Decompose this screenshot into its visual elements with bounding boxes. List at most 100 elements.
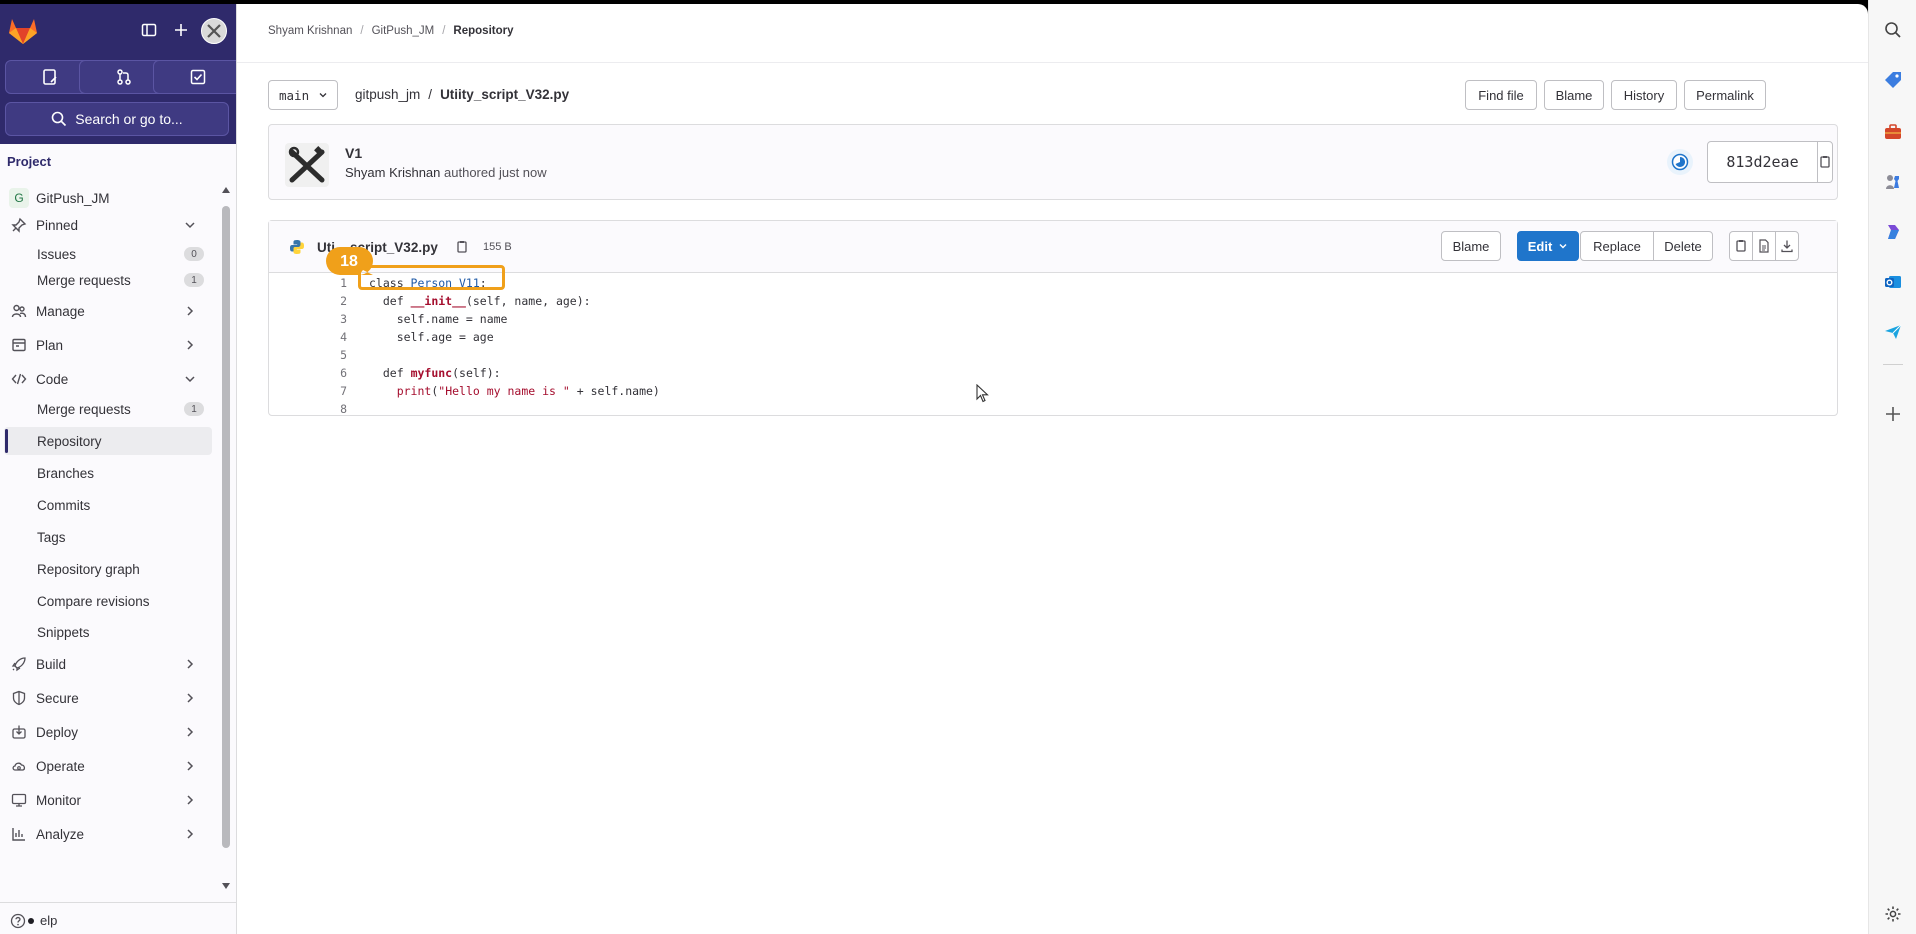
permalink-button[interactable]: Permalink xyxy=(1684,80,1766,110)
mouse-cursor-icon xyxy=(976,384,989,403)
line-number[interactable]: 1 xyxy=(269,276,353,290)
sidebar-item-repository[interactable]: Repository xyxy=(4,427,212,455)
outlook-icon[interactable] xyxy=(1881,270,1905,294)
download-button[interactable] xyxy=(1775,231,1799,261)
delete-button[interactable]: Delete xyxy=(1653,231,1713,261)
sidebar-item-pinned-merge-requests[interactable]: Merge requests 1 xyxy=(4,266,212,294)
sidebar-item-analyze[interactable]: Analyze xyxy=(4,820,212,848)
sidebar-item-label: Repository graph xyxy=(37,561,140,577)
sidebar-item-deploy[interactable]: Deploy xyxy=(4,718,212,746)
sidebar-item-commits[interactable]: Commits xyxy=(4,491,212,519)
sidebar-item-issues[interactable]: Issues 0 xyxy=(4,240,212,268)
line-content: print("Hello my name is " + self.name) xyxy=(396,384,660,398)
scroll-down-icon[interactable] xyxy=(220,880,232,892)
sidebar-scroll-thumb[interactable] xyxy=(222,206,230,848)
search-button[interactable]: Search or go to... xyxy=(5,102,229,136)
path-repo-link[interactable]: gitpush_jm xyxy=(355,87,420,102)
sidebar-item-operate[interactable]: Operate xyxy=(4,752,212,780)
send-icon[interactable] xyxy=(1881,320,1905,344)
shield-icon xyxy=(9,688,29,708)
sidebar-item-code-merge-requests[interactable]: Merge requests 1 xyxy=(4,395,212,423)
line-number[interactable]: 4 xyxy=(269,330,353,344)
settings-gear-icon[interactable] xyxy=(1881,902,1905,926)
chess-icon[interactable] xyxy=(1881,170,1905,194)
sidebar-item-code[interactable]: Code xyxy=(4,365,212,393)
commit-author-avatar[interactable] xyxy=(285,143,329,187)
search-icon[interactable] xyxy=(1881,18,1905,42)
help-button[interactable]: elp xyxy=(0,902,236,934)
monitor-icon xyxy=(9,790,29,810)
last-commit-panel: V1 Shyam Krishnan authored just now 813d… xyxy=(268,124,1838,200)
branch-dropdown[interactable]: main xyxy=(268,80,338,110)
tag-icon[interactable] xyxy=(1881,68,1905,92)
create-new-icon[interactable] xyxy=(169,18,193,42)
todo-list-button[interactable] xyxy=(153,60,236,94)
open-raw-button[interactable] xyxy=(1752,231,1776,261)
scroll-up-icon[interactable] xyxy=(220,184,232,196)
sidebar-item-label: Compare revisions xyxy=(37,593,150,609)
breadcrumb-project[interactable]: GitPush_JM xyxy=(372,25,435,37)
code-line: 8 xyxy=(269,400,1837,418)
sidebar-item-label: Monitor xyxy=(36,792,82,808)
line-number[interactable]: 7 xyxy=(269,384,353,398)
sidebar-item-secure[interactable]: Secure xyxy=(4,684,212,712)
copy-file-path-icon[interactable] xyxy=(455,240,469,254)
toggle-sidebar-icon[interactable] xyxy=(137,18,161,42)
merge-requests-count-badge: 1 xyxy=(184,402,204,416)
code-view[interactable]: 1 class Person_V11: 2 def __init__(self, … xyxy=(269,273,1837,418)
line-number[interactable]: 3 xyxy=(269,312,353,326)
copilot-icon[interactable] xyxy=(1881,220,1905,244)
breadcrumb-separator: / xyxy=(442,25,446,37)
sidebar-item-snippets[interactable]: Snippets xyxy=(4,618,212,646)
file-raw-icon xyxy=(1759,239,1769,253)
line-number[interactable]: 6 xyxy=(269,366,353,380)
breadcrumb-current[interactable]: Repository xyxy=(453,25,513,37)
file-blame-button[interactable]: Blame xyxy=(1441,231,1501,261)
search-icon xyxy=(51,111,67,127)
sidebar-item-monitor[interactable]: Monitor xyxy=(4,786,212,814)
breadcrumb-user[interactable]: Shyam Krishnan xyxy=(268,25,352,37)
line-content: self.name = name xyxy=(369,312,508,326)
line-number[interactable]: 8 xyxy=(269,402,353,416)
blame-button[interactable]: Blame xyxy=(1544,80,1604,110)
find-file-button[interactable]: Find file xyxy=(1465,80,1537,110)
history-button[interactable]: History xyxy=(1611,80,1677,110)
copy-contents-button[interactable] xyxy=(1729,231,1753,261)
sidebar-section-title: Project xyxy=(7,154,52,169)
commit-sha-group: 813d2eae xyxy=(1707,141,1833,183)
main-content: Shyam Krishnan / GitPush_JM / Repository… xyxy=(237,4,1868,934)
pipeline-status-icon[interactable] xyxy=(1667,149,1693,175)
briefcase-icon[interactable] xyxy=(1881,120,1905,144)
sidebar-item-label: Operate xyxy=(36,758,85,774)
user-avatar[interactable] xyxy=(201,18,227,44)
sidebar-item-compare-revisions[interactable]: Compare revisions xyxy=(4,587,212,615)
pin-icon xyxy=(9,215,29,235)
sidebar-item-tags[interactable]: Tags xyxy=(4,523,212,551)
sidebar-item-label: Commits xyxy=(37,497,91,513)
divider xyxy=(237,62,1868,63)
commit-author[interactable]: Shyam Krishnan xyxy=(345,165,440,180)
copy-sha-button[interactable] xyxy=(1818,142,1832,182)
planning-icon xyxy=(9,335,29,355)
commit-sha[interactable]: 813d2eae xyxy=(1708,142,1818,182)
line-number[interactable]: 2 xyxy=(269,294,353,308)
sidebar-item-build[interactable]: Build xyxy=(4,650,212,678)
sidebar-scrollbar[interactable] xyxy=(220,184,232,894)
sidebar-item-plan[interactable]: Plan xyxy=(4,331,212,359)
sidebar-item-manage[interactable]: Manage xyxy=(4,297,212,325)
line-number[interactable]: 5 xyxy=(269,348,353,362)
sidebar-item-repository-graph[interactable]: Repository graph xyxy=(4,555,212,583)
edit-dropdown-button[interactable]: Edit xyxy=(1517,231,1579,261)
sidebar-item-pinned[interactable]: Pinned xyxy=(4,211,212,239)
commit-title[interactable]: V1 xyxy=(345,145,362,161)
gitlab-logo-icon[interactable] xyxy=(6,14,40,46)
chevron-down-icon xyxy=(1559,244,1567,249)
pinned-label: Pinned xyxy=(36,217,79,233)
commit-meta: Shyam Krishnan authored just now xyxy=(345,165,547,180)
sidebar-item-project[interactable]: G GitPush_JM xyxy=(4,184,212,212)
replace-button[interactable]: Replace xyxy=(1580,231,1654,261)
sidebar: Search or go to... Project G GitPush_JM … xyxy=(0,4,237,934)
rocket-icon xyxy=(9,654,29,674)
sidebar-item-branches[interactable]: Branches xyxy=(4,459,212,487)
add-icon[interactable] xyxy=(1881,402,1905,426)
